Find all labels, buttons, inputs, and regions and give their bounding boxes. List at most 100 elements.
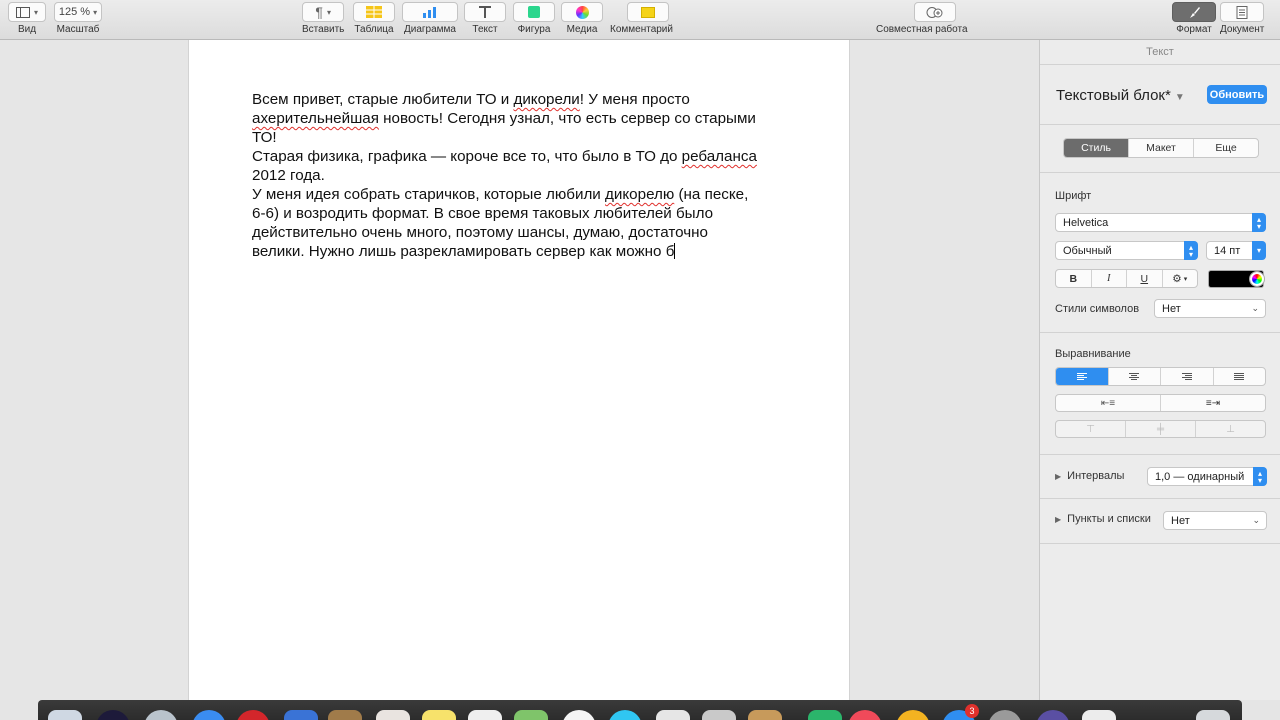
- tab-style[interactable]: Стиль: [1064, 139, 1129, 157]
- comment-icon[interactable]: [626, 2, 669, 22]
- tab-layout[interactable]: Макет: [1129, 139, 1194, 157]
- color-wheel-icon[interactable]: [1250, 272, 1264, 286]
- font-family-select[interactable]: Helvetica ▴ ▾: [1055, 213, 1266, 232]
- text-options-button[interactable]: ⚙ ▾: [1163, 270, 1198, 287]
- text-box-icon[interactable]: [464, 2, 506, 22]
- trash-icon[interactable]: [1196, 710, 1230, 720]
- format-control[interactable]: Формат: [1172, 2, 1216, 35]
- bullets-disclosure[interactable]: ▶ Пункты и списки: [1055, 513, 1151, 525]
- tab-more[interactable]: Еще: [1194, 139, 1258, 157]
- zoom-label: Масштаб: [56, 24, 100, 35]
- zoom-select[interactable]: 125 % ▾: [54, 2, 102, 22]
- align-top-button[interactable]: ⊤: [1056, 421, 1126, 437]
- photos-app-icon[interactable]: [562, 710, 596, 720]
- chevron-down-icon[interactable]: ▾: [1252, 241, 1266, 260]
- text-line[interactable]: Всем привет, старые любители ТО и дикоре…: [252, 90, 792, 109]
- text-line[interactable]: 2012 года.: [252, 166, 792, 185]
- text-line[interactable]: ТО!: [252, 128, 792, 147]
- font-style-select[interactable]: Обычный ▴ ▾: [1055, 241, 1198, 260]
- media-control[interactable]: Медиа: [561, 2, 603, 35]
- photos-icon[interactable]: [561, 2, 603, 22]
- messages-icon[interactable]: [608, 710, 642, 720]
- spacing-select[interactable]: 1,0 — одинарный ▴ ▾: [1147, 467, 1267, 486]
- align-middle-button[interactable]: ╪: [1126, 421, 1196, 437]
- document-canvas[interactable]: Всем привет, старые любители ТО и дикоре…: [0, 40, 1039, 700]
- font-section-label: Шрифт: [1055, 190, 1092, 202]
- text-control[interactable]: Текст: [464, 2, 506, 35]
- document-control[interactable]: Документ: [1220, 2, 1264, 35]
- system-preferences-icon[interactable]: [988, 710, 1022, 720]
- align-center-button[interactable]: [1109, 368, 1161, 385]
- text-line[interactable]: Старая физика, графика — короче все то, …: [252, 147, 792, 166]
- font-size-value: 14 пт: [1214, 244, 1241, 257]
- reminders-icon[interactable]: [468, 710, 502, 720]
- notes-icon[interactable]: [422, 710, 456, 720]
- decrease-indent-button[interactable]: ⇤≡: [1056, 395, 1161, 411]
- text-line[interactable]: 6-6) и возродить формат. В свое время та…: [252, 204, 792, 223]
- facetime-icon[interactable]: [656, 710, 690, 720]
- document-icon[interactable]: [1082, 710, 1116, 720]
- chart-control[interactable]: Диаграмма: [402, 2, 458, 35]
- shape-icon[interactable]: [513, 2, 555, 22]
- view-control[interactable]: ▾ Вид: [8, 2, 46, 35]
- pages-icon[interactable]: [748, 710, 782, 720]
- table-label: Таблица: [354, 24, 394, 35]
- safari-icon[interactable]: [192, 710, 226, 720]
- text-line[interactable]: ахерительнейшая новость! Сегодня узнал, …: [252, 109, 792, 128]
- contacts-icon[interactable]: [328, 710, 362, 720]
- collaborate-label: Совместная работа: [876, 24, 968, 35]
- chevron-down-icon: ▼: [1174, 92, 1185, 103]
- text-run: ТО!: [252, 129, 277, 146]
- text-line[interactable]: У меня идея собрать старичков, которые л…: [252, 185, 792, 204]
- paragraph-style-select[interactable]: Текстовый блок* ▼: [1056, 87, 1185, 104]
- font-family-value: Helvetica: [1063, 216, 1109, 229]
- numbers-icon[interactable]: [808, 710, 842, 720]
- align-bottom-button[interactable]: ⊥: [1196, 421, 1265, 437]
- zoom-control[interactable]: 125 % ▾ Масштаб: [54, 2, 102, 35]
- table-control[interactable]: Таблица: [353, 2, 395, 35]
- table-icon[interactable]: [353, 2, 395, 22]
- rocket-icon[interactable]: [144, 710, 178, 720]
- font-size-field[interactable]: 14 пт ▾: [1206, 241, 1266, 260]
- opera-icon[interactable]: [236, 710, 270, 720]
- shape-control[interactable]: Фигура: [513, 2, 555, 35]
- document-text[interactable]: Всем привет, старые любители ТО и дикоре…: [252, 90, 792, 261]
- text-line[interactable]: велики. Нужно лишь разрекламировать серв…: [252, 242, 792, 261]
- align-right-button[interactable]: [1161, 368, 1214, 385]
- outdent-icon: ⇤≡: [1100, 397, 1116, 409]
- finder-icon[interactable]: [48, 710, 82, 720]
- insert-control[interactable]: ¶ ▾ Вставить: [302, 2, 344, 35]
- bold-button[interactable]: B: [1056, 270, 1092, 287]
- paragraph-icon[interactable]: ¶ ▾: [302, 2, 345, 22]
- chart-label: Диаграмма: [403, 24, 456, 35]
- spacing-disclosure[interactable]: ▶ Интервалы: [1055, 470, 1124, 482]
- sidebar-icon[interactable]: ▾: [8, 2, 46, 22]
- inspector-title: Текст: [1146, 46, 1174, 58]
- char-styles-select[interactable]: Нет ⌄: [1154, 299, 1266, 318]
- preview-icon[interactable]: [702, 710, 736, 720]
- align-justify-button[interactable]: [1214, 368, 1266, 385]
- document-page[interactable]: Всем привет, старые любители ТО и дикоре…: [188, 40, 850, 700]
- text-line[interactable]: действительно очень много, поэтому шансы…: [252, 223, 792, 242]
- comment-control[interactable]: Комментарий: [610, 2, 673, 35]
- update-style-button[interactable]: Обновить: [1207, 85, 1267, 104]
- document-icon[interactable]: [1220, 2, 1265, 22]
- calendar-icon[interactable]: [376, 710, 410, 720]
- launchpad-icon[interactable]: [96, 710, 130, 720]
- format-label: Формат: [1176, 24, 1212, 35]
- italic-button[interactable]: I: [1092, 270, 1127, 287]
- align-left-button[interactable]: [1056, 368, 1109, 385]
- collaborate-icon[interactable]: [913, 2, 956, 22]
- app-icon[interactable]: [1036, 710, 1070, 720]
- chart-icon[interactable]: [402, 2, 458, 22]
- bullets-select[interactable]: Нет ⌄: [1163, 511, 1267, 530]
- paintbrush-icon[interactable]: [1172, 2, 1216, 22]
- mail-icon[interactable]: [284, 710, 318, 720]
- collaborate-control[interactable]: Совместная работа: [876, 2, 968, 35]
- itunes-icon[interactable]: [848, 710, 882, 720]
- ibooks-icon[interactable]: [896, 710, 930, 720]
- underline-button[interactable]: U: [1127, 270, 1163, 287]
- bullets-label: Пункты и списки: [1067, 513, 1151, 525]
- increase-indent-button[interactable]: ≡⇥: [1161, 395, 1265, 411]
- maps-icon[interactable]: [514, 710, 548, 720]
